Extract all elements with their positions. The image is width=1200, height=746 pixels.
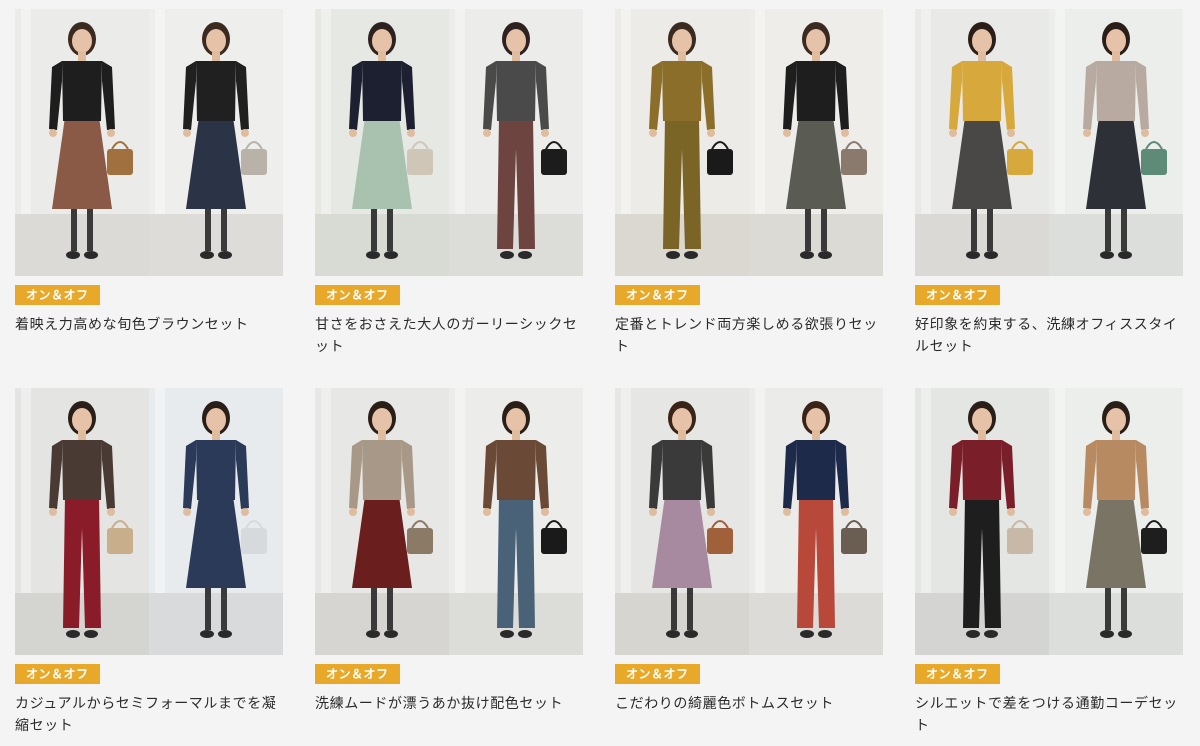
look-photo-right bbox=[149, 388, 283, 655]
category-badge: オン＆オフ bbox=[15, 664, 100, 684]
outfit-card[interactable]: オン＆オフ好印象を約束する、洗練オフィススタイルセット bbox=[915, 9, 1183, 358]
model-figure-illustration bbox=[615, 388, 749, 655]
look-photo-right bbox=[749, 388, 883, 655]
outfit-title-link[interactable]: 着映え力高めな旬色ブラウンセット bbox=[15, 314, 283, 336]
outfit-card[interactable]: オン＆オフ着映え力高めな旬色ブラウンセット bbox=[15, 9, 283, 336]
category-badge: オン＆オフ bbox=[315, 285, 400, 305]
outfit-photo[interactable] bbox=[615, 388, 883, 655]
category-badge: オン＆オフ bbox=[915, 285, 1000, 305]
outfit-title-link[interactable]: 甘さをおさえた大人のガーリーシックセット bbox=[315, 314, 583, 358]
outfit-card[interactable]: オン＆オフカジュアルからセミフォーマルまでを凝縮セット bbox=[15, 388, 283, 737]
outfit-card[interactable]: オン＆オフシルエットで差をつける通勤コーデセット bbox=[915, 388, 1183, 737]
outfit-photo[interactable] bbox=[615, 9, 883, 276]
model-figure-illustration bbox=[15, 388, 149, 655]
model-figure-illustration bbox=[449, 388, 583, 655]
outfit-title-link[interactable]: シルエットで差をつける通勤コーデセット bbox=[915, 693, 1183, 737]
model-figure-illustration bbox=[749, 9, 883, 276]
model-figure-illustration bbox=[149, 388, 283, 655]
outfit-photo[interactable] bbox=[315, 9, 583, 276]
category-badge: オン＆オフ bbox=[15, 285, 100, 305]
category-badge: オン＆オフ bbox=[615, 664, 700, 684]
model-figure-illustration bbox=[749, 388, 883, 655]
look-photo-right bbox=[749, 9, 883, 276]
model-figure-illustration bbox=[15, 9, 149, 276]
outfit-card[interactable]: オン＆オフ甘さをおさえた大人のガーリーシックセット bbox=[315, 9, 583, 358]
model-figure-illustration bbox=[915, 388, 1049, 655]
model-figure-illustration bbox=[615, 9, 749, 276]
look-photo-left bbox=[315, 388, 449, 655]
look-photo-right bbox=[449, 9, 583, 276]
outfit-photo[interactable] bbox=[915, 388, 1183, 655]
outfit-title-link[interactable]: 洗練ムードが漂うあか抜け配色セット bbox=[315, 693, 583, 715]
outfit-photo[interactable] bbox=[915, 9, 1183, 276]
outfit-card[interactable]: オン＆オフ定番とトレンド両方楽しめる欲張りセット bbox=[615, 9, 883, 358]
outfit-photo[interactable] bbox=[15, 388, 283, 655]
look-photo-left bbox=[315, 9, 449, 276]
look-photo-left bbox=[15, 388, 149, 655]
outfit-grid: オン＆オフ 着映え力高めな旬色ブラウンセット オン＆オフ 甘さをおさえた大人のガーリー… bbox=[0, 0, 1200, 746]
look-photo-left bbox=[915, 9, 1049, 276]
look-photo-right bbox=[1049, 9, 1183, 276]
look-photo-right bbox=[1049, 388, 1183, 655]
model-figure-illustration bbox=[315, 388, 449, 655]
model-figure-illustration bbox=[449, 9, 583, 276]
look-photo-right bbox=[449, 388, 583, 655]
model-figure-illustration bbox=[149, 9, 283, 276]
outfit-card[interactable]: オン＆オフこだわりの綺麗色ボトムスセット bbox=[615, 388, 883, 715]
outfit-photo[interactable] bbox=[315, 388, 583, 655]
model-figure-illustration bbox=[1049, 9, 1183, 276]
outfit-title-link[interactable]: 定番とトレンド両方楽しめる欲張りセット bbox=[615, 314, 883, 358]
category-badge: オン＆オフ bbox=[315, 664, 400, 684]
category-badge: オン＆オフ bbox=[615, 285, 700, 305]
category-badge: オン＆オフ bbox=[915, 664, 1000, 684]
look-photo-left bbox=[615, 388, 749, 655]
model-figure-illustration bbox=[1049, 388, 1183, 655]
model-figure-illustration bbox=[315, 9, 449, 276]
look-photo-left bbox=[915, 388, 1049, 655]
outfit-photo[interactable] bbox=[15, 9, 283, 276]
look-photo-right bbox=[149, 9, 283, 276]
outfit-title-link[interactable]: カジュアルからセミフォーマルまでを凝縮セット bbox=[15, 693, 283, 737]
outfit-title-link[interactable]: 好印象を約束する、洗練オフィススタイルセット bbox=[915, 314, 1183, 358]
look-photo-left bbox=[615, 9, 749, 276]
outfit-card[interactable]: オン＆オフ洗練ムードが漂うあか抜け配色セット bbox=[315, 388, 583, 715]
outfit-title-link[interactable]: こだわりの綺麗色ボトムスセット bbox=[615, 693, 883, 715]
model-figure-illustration bbox=[915, 9, 1049, 276]
look-photo-left bbox=[15, 9, 149, 276]
